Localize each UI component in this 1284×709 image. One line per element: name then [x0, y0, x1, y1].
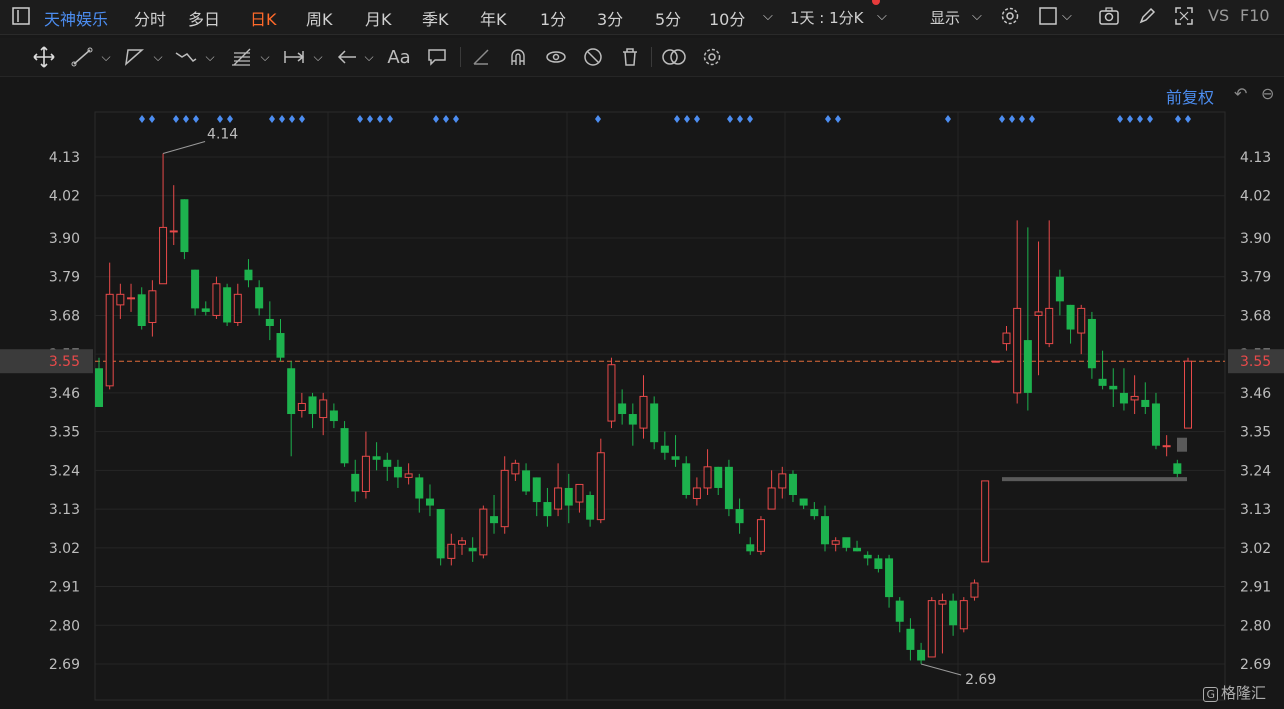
tab-monthly-k[interactable]: 月K [365, 6, 392, 30]
fullscreen-icon[interactable] [1173, 5, 1195, 27]
line-draw-chevron-icon[interactable]: ⌵ [93, 45, 119, 69]
sidebar-toggle-icon[interactable] [10, 5, 32, 27]
tab-multi-day[interactable]: 多日 [188, 6, 220, 30]
compare-icon[interactable] [661, 45, 687, 69]
fib-chevron-icon[interactable]: ⌵ [252, 45, 278, 69]
line-draw-icon[interactable] [69, 45, 95, 69]
minus-icon[interactable]: ⊖ [1261, 84, 1274, 103]
adjust-mode-label[interactable]: 前复权 [1166, 84, 1214, 108]
magnet-icon[interactable] [505, 45, 531, 69]
tab-quarterly-k[interactable]: 季K [422, 6, 449, 30]
tab-5min[interactable]: 5分 [655, 6, 681, 30]
arrow-chevron-icon[interactable]: ⌵ [356, 45, 382, 69]
watermark: G 格隆汇 [1203, 682, 1266, 703]
tab-weekly-k[interactable]: 周K [306, 6, 333, 30]
vs-button[interactable]: VS [1208, 6, 1229, 25]
trash-icon[interactable] [617, 45, 643, 69]
settings-gear-icon[interactable] [999, 5, 1021, 27]
comment-icon[interactable] [424, 45, 450, 69]
text-icon[interactable]: Aa [386, 45, 412, 69]
window-icon[interactable] [1037, 5, 1059, 27]
f10-button[interactable]: F10 [1240, 6, 1270, 25]
wave-chevron-icon[interactable]: ⌵ [197, 45, 223, 69]
hide-icon[interactable] [580, 45, 606, 69]
move-icon[interactable] [31, 45, 57, 69]
display-menu[interactable]: 显示 [930, 7, 960, 28]
undo-icon[interactable]: ↶ [1234, 84, 1247, 103]
top-bar: 天神娱乐 分时 多日 日K 周K 月K 季K 年K 1分 3分 5分 10分 ⌵… [0, 0, 1284, 35]
pen-icon[interactable] [1136, 5, 1158, 27]
tab-intraday[interactable]: 分时 [134, 6, 166, 30]
toolbar-divider [460, 47, 461, 67]
polygon-chevron-icon[interactable]: ⌵ [145, 45, 171, 69]
display-chevron-icon[interactable]: ⌵ [972, 9, 982, 24]
toolbar-divider-2 [651, 47, 652, 67]
more-chevron-icon[interactable]: ⌵ [763, 9, 773, 24]
tab-1min[interactable]: 1分 [540, 6, 566, 30]
interval-chevron-icon[interactable]: ⌵ [877, 9, 887, 24]
brand-logo-icon: G [1203, 687, 1218, 702]
tab-3min[interactable]: 3分 [597, 6, 623, 30]
eye-icon[interactable] [543, 45, 569, 69]
chart-area[interactable] [0, 77, 1284, 709]
wave-icon[interactable] [173, 45, 199, 69]
polygon-icon[interactable] [121, 45, 147, 69]
window-chevron-icon[interactable]: ⌵ [1062, 9, 1072, 24]
tab-yearly-k[interactable]: 年K [480, 6, 507, 30]
measure-icon[interactable] [281, 45, 307, 69]
tab-daily-k[interactable]: 日K [250, 6, 277, 30]
measure-chevron-icon[interactable]: ⌵ [305, 45, 331, 69]
fib-icon[interactable] [228, 45, 254, 69]
tab-10min[interactable]: 10分 [709, 6, 745, 30]
interval-selector[interactable]: 1天 : 1分K [790, 7, 864, 28]
watermark-text: 格隆汇 [1220, 684, 1266, 702]
camera-icon[interactable] [1098, 5, 1120, 27]
angle-icon[interactable] [468, 45, 494, 69]
tool-settings-icon[interactable] [699, 45, 725, 69]
notification-dot [872, 0, 880, 5]
stock-name[interactable]: 天神娱乐 [44, 6, 108, 30]
